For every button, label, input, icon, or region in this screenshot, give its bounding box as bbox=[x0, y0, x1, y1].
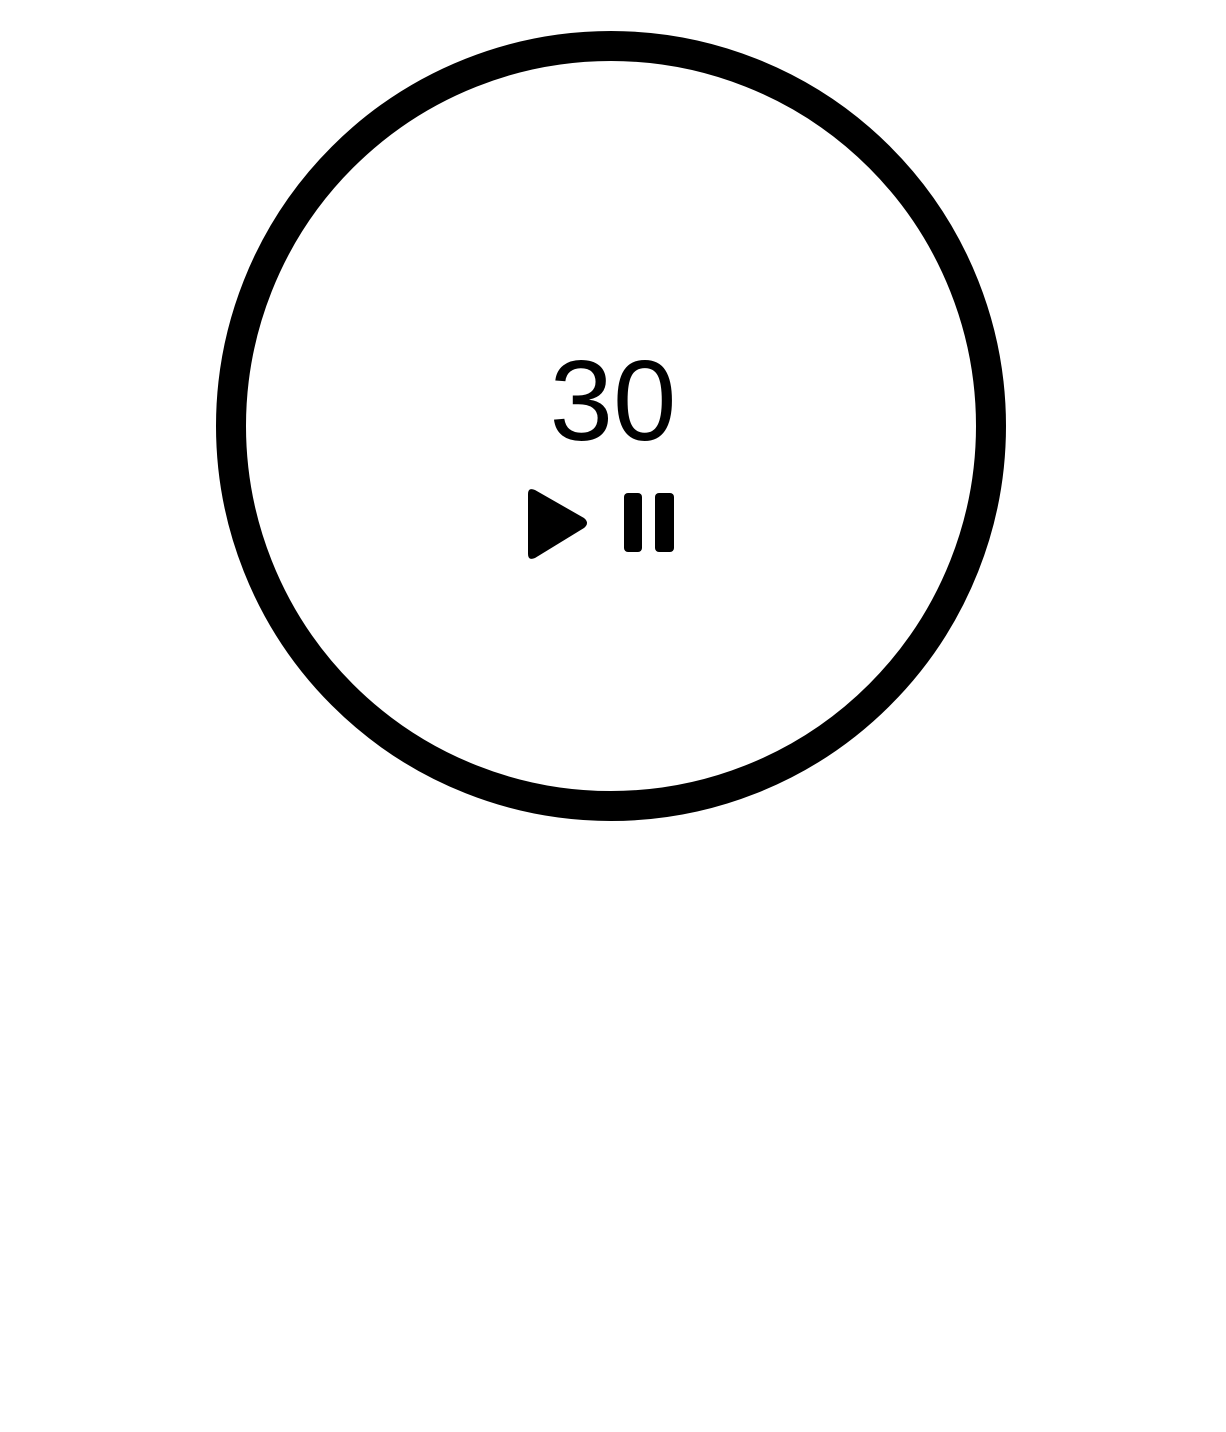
play-button[interactable] bbox=[524, 486, 592, 562]
timer-value: 30 bbox=[549, 338, 677, 465]
pause-icon bbox=[624, 493, 674, 552]
play-icon bbox=[528, 489, 587, 559]
timer-controls bbox=[524, 486, 680, 562]
pause-button[interactable] bbox=[618, 486, 680, 562]
